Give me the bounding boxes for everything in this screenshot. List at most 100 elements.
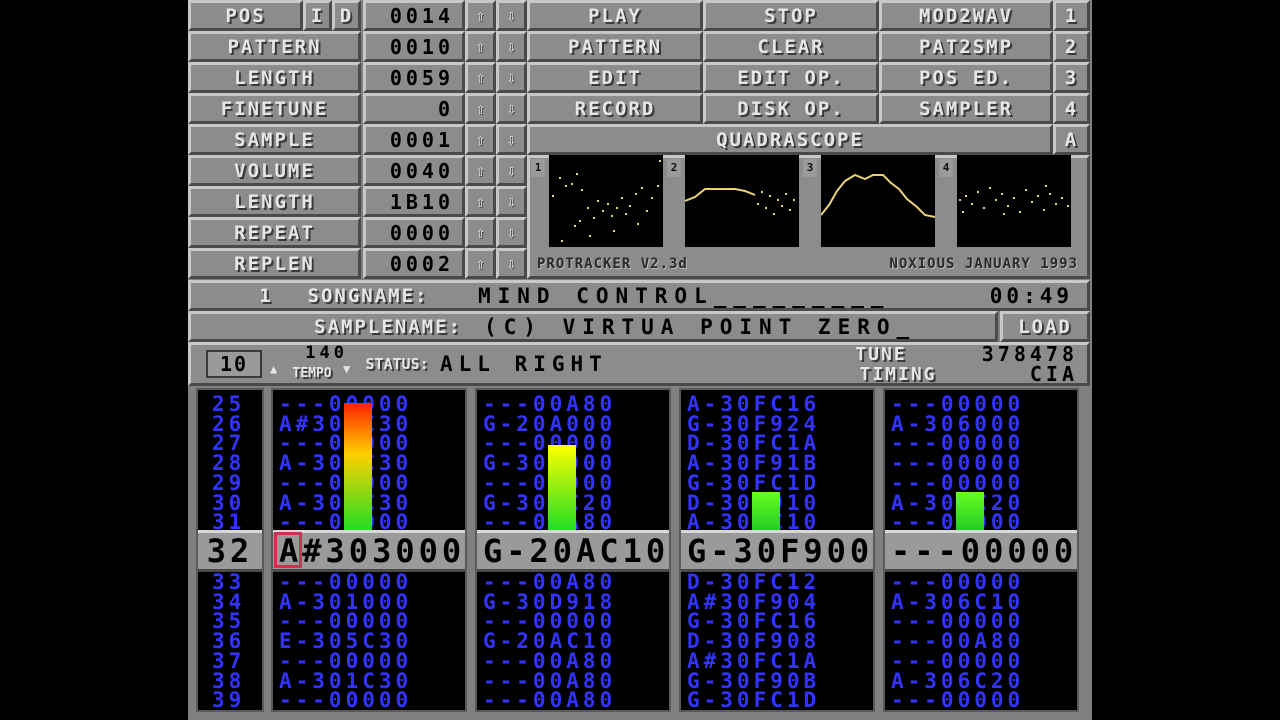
channel-2-cell[interactable]: G-30A000 — [477, 453, 675, 474]
repeat-down-arrow-icon[interactable]: ⇩ — [496, 217, 527, 248]
channel-1-cell[interactable]: ---00000 — [273, 512, 471, 533]
status-text: ALL RIGHT — [440, 352, 608, 376]
screen-3-button[interactable]: 3 — [1053, 62, 1090, 93]
channel-4-cell[interactable]: ---00000 — [885, 650, 1083, 671]
scope-channel-1[interactable] — [549, 155, 663, 247]
volume-down-arrow-icon[interactable]: ⇩ — [496, 155, 527, 186]
channel-1-cell[interactable]: ---00000 — [273, 394, 471, 415]
channel-3-cell[interactable]: A-30FC10 — [681, 512, 879, 533]
version-label: PROTRACKER V2.3d — [537, 256, 688, 272]
scope-channel-4[interactable] — [957, 155, 1071, 247]
sample-up-arrow-icon[interactable]: ⇧ — [465, 124, 496, 155]
volume-value: 0040 — [363, 155, 465, 186]
tune-label: TUNE — [855, 344, 907, 364]
quadrascope-button[interactable]: QUADRASCOPE — [527, 124, 1053, 155]
channel-4-cell[interactable]: ---00000 — [885, 512, 1083, 533]
finetune-up-arrow-icon[interactable]: ⇧ — [465, 93, 496, 124]
channel-3-cell[interactable]: G-30FC1D — [681, 472, 879, 493]
sample-length-value: 1B10 — [363, 186, 465, 217]
tempo-up-arrow-icon[interactable]: ▲ — [270, 362, 282, 382]
pattern-play-button[interactable]: PATTERN — [527, 31, 703, 62]
samplename-label: SAMPLENAME: — [314, 315, 462, 338]
channel-4-current-cell[interactable]: ---00000 — [885, 530, 1077, 572]
volume-label: VOLUME — [188, 155, 361, 186]
pos-ed-button[interactable]: POS ED. — [879, 62, 1053, 93]
delete-button[interactable]: D — [332, 0, 361, 31]
mod2wav-button[interactable]: MOD2WAV — [879, 0, 1053, 31]
finetune-down-arrow-icon[interactable]: ⇩ — [496, 93, 527, 124]
channel-2-cell[interactable]: ---00A80 — [477, 650, 675, 671]
channel-2-current-cell[interactable]: G-20AC10 — [477, 530, 669, 572]
repeat-up-arrow-icon[interactable]: ⇧ — [465, 217, 496, 248]
record-button[interactable]: RECORD — [527, 93, 703, 124]
replen-up-arrow-icon[interactable]: ⇧ — [465, 248, 496, 279]
channel-3-cell[interactable]: D-30F908 — [681, 631, 879, 652]
sample-down-arrow-icon[interactable]: ⇩ — [496, 124, 527, 155]
tempo-label: TEMPO — [292, 365, 332, 381]
channel-4-cell[interactable]: ---00A80 — [885, 631, 1083, 652]
channel-4-cell[interactable]: ---00000 — [885, 690, 1083, 711]
channel-1-cell[interactable]: ---00000 — [273, 690, 471, 711]
channel-3-cell[interactable]: A#30FC1A — [681, 650, 879, 671]
channel-1-cell[interactable]: ---00000 — [273, 650, 471, 671]
tempo-down-arrow-icon[interactable]: ▼ — [343, 362, 355, 382]
channel-2-cell[interactable]: ---00000 — [477, 472, 675, 493]
length-down-arrow-icon[interactable]: ⇩ — [496, 62, 527, 93]
pos-up-arrow-icon[interactable]: ⇧ — [465, 0, 496, 31]
clear-button[interactable]: CLEAR — [703, 31, 879, 62]
channel-2-cell[interactable]: ---00A80 — [477, 512, 675, 533]
edit-button[interactable]: EDIT — [527, 62, 703, 93]
row-number: 39 — [212, 688, 246, 713]
channel-4-cell[interactable]: ---00000 — [885, 572, 1083, 593]
channel-3-cell[interactable]: A-30FC16 — [681, 394, 879, 415]
songname-field[interactable]: MIND CONTROL_________ — [478, 283, 956, 308]
channel-3-cell[interactable]: D-30FC12 — [681, 572, 879, 593]
channel-3-cell[interactable]: A-30F91B — [681, 453, 879, 474]
pattern-down-arrow-icon[interactable]: ⇩ — [496, 31, 527, 62]
channel-4-cell[interactable]: ---00000 — [885, 453, 1083, 474]
sample-length-down-arrow-icon[interactable]: ⇩ — [496, 186, 527, 217]
scope-channel-3[interactable] — [820, 155, 936, 247]
channel-2-cell[interactable]: ---00A80 — [477, 572, 675, 593]
screen-1-button[interactable]: 1 — [1053, 0, 1090, 31]
stop-button[interactable]: STOP — [703, 0, 879, 31]
pat2smp-button[interactable]: PAT2SMP — [879, 31, 1053, 62]
pos-down-arrow-icon[interactable]: ⇩ — [496, 0, 527, 31]
channel-4-vu-meter — [956, 492, 984, 530]
length-up-arrow-icon[interactable]: ⇧ — [465, 62, 496, 93]
disk-op-button[interactable]: DISK OP. — [703, 93, 879, 124]
pattern-label: PATTERN — [188, 31, 361, 62]
pattern-number-box: 10 — [206, 350, 262, 378]
replen-down-arrow-icon[interactable]: ⇩ — [496, 248, 527, 279]
channel-2-cell[interactable]: ---00A80 — [477, 394, 675, 415]
row-number: 36 — [212, 629, 246, 654]
finetune-value: 0 — [363, 93, 465, 124]
sampler-button[interactable]: SAMPLER — [879, 93, 1053, 124]
channel-1-cell[interactable]: A-304C30 — [273, 453, 471, 474]
screen-4-button[interactable]: 4 — [1053, 93, 1090, 124]
sample-length-label: LENGTH — [188, 186, 361, 217]
edit-op-button[interactable]: EDIT OP. — [703, 62, 879, 93]
channel-2-cell[interactable]: ---00A80 — [477, 690, 675, 711]
channel-1-cell[interactable]: E-305C30 — [273, 631, 471, 652]
samplename-field[interactable]: (C) VIRTUA POINT ZERO_ — [484, 314, 1002, 339]
volume-up-arrow-icon[interactable]: ⇧ — [465, 155, 496, 186]
channel-4-cell[interactable]: ---00000 — [885, 472, 1083, 493]
channel-1-cell[interactable]: ---00000 — [273, 572, 471, 593]
insert-button[interactable]: I — [303, 0, 332, 31]
channel-4-cell[interactable]: ---00000 — [885, 394, 1083, 415]
sample-length-up-arrow-icon[interactable]: ⇧ — [465, 186, 496, 217]
scope-channel-number: 2 — [667, 159, 681, 177]
channel-2-cell[interactable]: G-20AC10 — [477, 631, 675, 652]
channel-3-current-cell[interactable]: G-30F900 — [681, 530, 873, 572]
screen-2-button[interactable]: 2 — [1053, 31, 1090, 62]
play-button[interactable]: PLAY — [527, 0, 703, 31]
current-row-number: 32 — [198, 530, 262, 572]
analyzer-toggle-button[interactable]: A — [1053, 124, 1090, 155]
channel-3-cell[interactable]: G-30FC1D — [681, 690, 879, 711]
channel-1-cell[interactable]: ---00000 — [273, 472, 471, 493]
load-button[interactable]: LOAD — [1000, 311, 1090, 342]
protracker-window: POS I D 0014 ⇧ ⇩ PATTERN 0010 ⇧ ⇩ LENGTH… — [188, 0, 1092, 720]
scope-channel-2[interactable] — [684, 155, 799, 247]
pattern-up-arrow-icon[interactable]: ⇧ — [465, 31, 496, 62]
